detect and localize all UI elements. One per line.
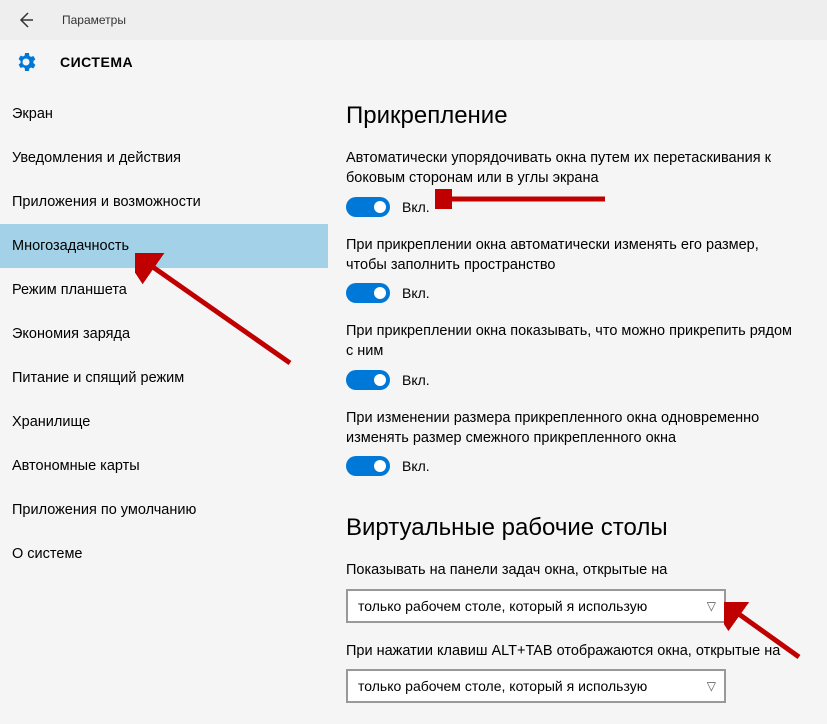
sidebar-item-storage[interactable]: Хранилище <box>0 400 328 444</box>
vdesktops-alttab: При нажатии клавиш ALT+TAB отображаются … <box>346 641 797 703</box>
back-button[interactable] <box>14 8 38 32</box>
toggle-state-label: Вкл. <box>402 372 430 388</box>
taskbar-scope-select[interactable]: только рабочем столе, который я использу… <box>346 589 726 623</box>
sidebar-item-tablet-mode[interactable]: Режим планшета <box>0 268 328 312</box>
setting-desc: При прикреплении окна автоматически изме… <box>346 235 797 276</box>
snap-setting-3: При прикреплении окна показывать, что мо… <box>346 321 797 390</box>
vdesktops-heading: Виртуальные рабочие столы <box>346 514 797 542</box>
toggle-snap-assist[interactable] <box>346 370 390 390</box>
snap-setting-1: Автоматически упорядочивать окна путем и… <box>346 148 797 217</box>
alttab-scope-select[interactable]: только рабочем столе, который я использу… <box>346 669 726 703</box>
sidebar-item-apps-features[interactable]: Приложения и возможности <box>0 180 328 224</box>
sidebar-item-default-apps[interactable]: Приложения по умолчанию <box>0 488 328 532</box>
snap-setting-4: При изменении размера прикрепленного окн… <box>346 408 797 477</box>
sidebar-item-display[interactable]: Экран <box>0 92 328 136</box>
sidebar-item-about[interactable]: О системе <box>0 532 328 576</box>
sidebar-item-offline-maps[interactable]: Автономные карты <box>0 444 328 488</box>
setting-desc: Автоматически упорядочивать окна путем и… <box>346 148 797 189</box>
vdesktops-taskbar: Показывать на панели задач окна, открыты… <box>346 560 797 622</box>
toggle-state-label: Вкл. <box>402 199 430 215</box>
setting-desc: При прикреплении окна показывать, что мо… <box>346 321 797 362</box>
toggle-snap-arrange[interactable] <box>346 197 390 217</box>
sidebar-item-multitasking[interactable]: Многозадачность <box>0 224 328 268</box>
select-value: только рабочем столе, который я использу… <box>358 598 647 614</box>
title-bar: Параметры <box>0 0 827 40</box>
sidebar-item-power-sleep[interactable]: Питание и спящий режим <box>0 356 328 400</box>
setting-desc: При нажатии клавиш ALT+TAB отображаются … <box>346 641 797 661</box>
sidebar-item-battery-saver[interactable]: Экономия заряда <box>0 312 328 356</box>
toggle-snap-resize-adjacent[interactable] <box>346 456 390 476</box>
category-header: СИСТЕМА <box>0 40 827 92</box>
back-arrow-icon <box>16 10 36 30</box>
gear-icon <box>14 50 38 74</box>
chevron-down-icon: ▽ <box>707 599 716 613</box>
window-title: Параметры <box>62 13 126 27</box>
toggle-state-label: Вкл. <box>402 458 430 474</box>
snap-setting-2: При прикреплении окна автоматически изме… <box>346 235 797 304</box>
sidebar-item-notifications[interactable]: Уведомления и действия <box>0 136 328 180</box>
main-panel: Прикрепление Автоматически упорядочивать… <box>328 92 827 724</box>
select-value: только рабочем столе, который я использу… <box>358 678 647 694</box>
toggle-snap-fill[interactable] <box>346 283 390 303</box>
setting-desc: При изменении размера прикрепленного окн… <box>346 408 797 449</box>
setting-desc: Показывать на панели задач окна, открыты… <box>346 560 797 580</box>
snap-heading: Прикрепление <box>346 102 797 130</box>
sidebar: Экран Уведомления и действия Приложения … <box>0 92 328 724</box>
toggle-state-label: Вкл. <box>402 285 430 301</box>
category-title: СИСТЕМА <box>60 54 133 70</box>
chevron-down-icon: ▽ <box>707 679 716 693</box>
